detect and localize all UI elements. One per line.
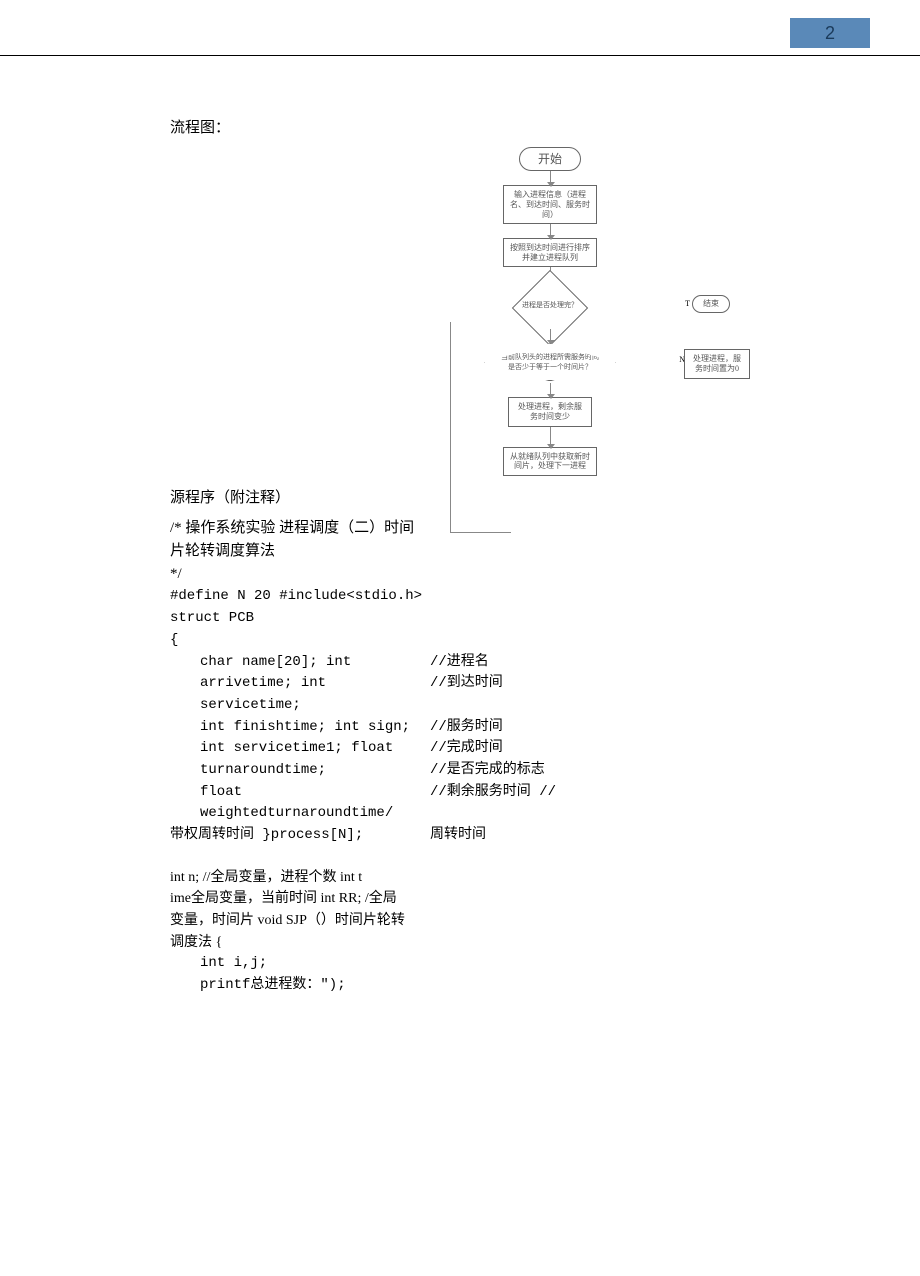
struct-member: float weightedturnaroundtime/ (200, 782, 430, 825)
struct-row: int servicetime1; float //完成时间 (200, 738, 810, 760)
comment-line: */ (170, 563, 810, 586)
code-line: int i,j; (170, 953, 810, 975)
struct-close-row: 带权周转时间 }process[N]; 周转时间 (170, 825, 810, 847)
struct-member: int servicetime1; float (200, 738, 430, 760)
page-number-box: 2 (790, 18, 870, 48)
flowchart-diagram: 开始 输入进程信息（进程名、到达时间、服务时间） 按照到达时间进行排序并建立进程… (430, 147, 670, 476)
struct-row: int finishtime; int sign; //服务时间 (200, 717, 810, 739)
flow-sort: 按照到达时间进行排序并建立进程队列 (503, 238, 597, 267)
struct-body: char name[20]; int //进程名 arrivetime; int… (170, 652, 810, 826)
code-line: #define N 20 #include<stdio.h> (170, 586, 810, 608)
page-header: 2 (0, 0, 920, 56)
code-block: /* 操作系统实验 进程调度（二）时间 片轮转调度算法 */ #define N… (170, 517, 810, 997)
struct-member: arrivetime; int servicetime; (200, 673, 430, 716)
struct-comment: //是否完成的标志 (430, 760, 545, 782)
struct-close: 带权周转时间 }process[N]; (170, 825, 430, 847)
struct-row: float weightedturnaroundtime/ //剩余服务时间 /… (200, 782, 810, 825)
struct-comment: //到达时间 (430, 673, 503, 716)
struct-comment: //完成时间 (430, 738, 503, 760)
code-line: 调度法 { (170, 932, 810, 954)
struct-member: int finishtime; int sign; (200, 717, 430, 739)
struct-row: arrivetime; int servicetime; //到达时间 (200, 673, 810, 716)
flow-start: 开始 (519, 147, 581, 171)
document-body: 流程图： 开始 输入进程信息（进程名、到达时间、服务时间） 按照到达时间进行排序… (0, 56, 810, 997)
code-line: int n; //全局变量，进程个数 int t (170, 867, 810, 889)
code-line: ime全局变量，当前时间 int RR; /全局 (170, 888, 810, 910)
struct-comment: //进程名 (430, 652, 489, 674)
code-line: struct PCB (170, 608, 810, 630)
code-line: printf总进程数："); (170, 975, 810, 997)
code-paragraph: int n; //全局变量，进程个数 int t ime全局变量，当前时间 in… (170, 867, 810, 997)
flow-next: 从就绪队列中获取新时间片，处理下一进程 (503, 447, 597, 476)
flow-process-right: 处理进程，服务时间置为0 (684, 349, 750, 378)
code-line: { (170, 630, 810, 652)
flow-end: 结束 (692, 295, 730, 313)
flow-loop-line (450, 322, 511, 533)
struct-close-comment: 周转时间 (430, 825, 486, 847)
struct-comment: //剩余服务时间 // (430, 782, 556, 825)
comment-line: 片轮转调度算法 (170, 540, 810, 563)
struct-row: char name[20]; int //进程名 (200, 652, 810, 674)
flow-input: 输入进程信息（进程名、到达时间、服务时间） (503, 185, 597, 224)
struct-member: char name[20]; int (200, 652, 430, 674)
struct-member: turnaroundtime; (200, 760, 430, 782)
struct-comment: //服务时间 (430, 717, 503, 739)
flow-label-T: T (685, 299, 690, 308)
flowchart-heading: 流程图： (170, 116, 810, 137)
code-line: 变量，时间片 void SJP（）时间片轮转 (170, 910, 810, 932)
flow-process-remain: 处理进程，剩余服务时间变少 (508, 397, 592, 426)
struct-row: turnaroundtime; //是否完成的标志 (200, 760, 810, 782)
